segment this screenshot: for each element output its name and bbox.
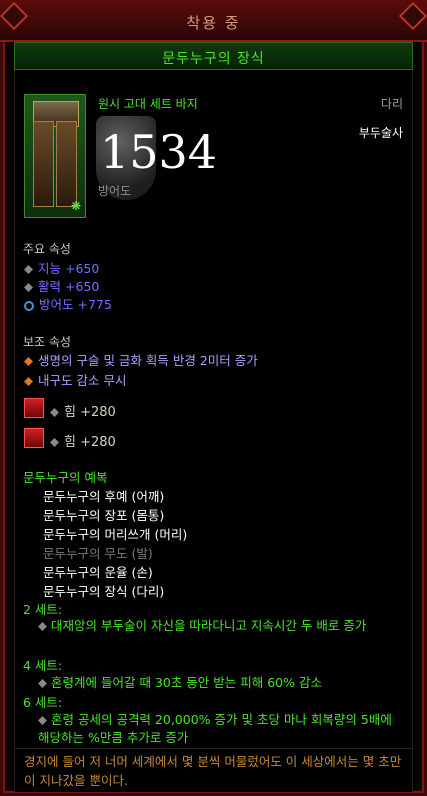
bullet-diamond-icon (38, 622, 47, 631)
bullet-orange-icon (24, 357, 33, 366)
set-bonus-label: 2 세트: (23, 602, 63, 617)
item-name: 문두누구의 장식 (162, 51, 265, 67)
armor-label: 방어도 (98, 184, 132, 198)
divider (14, 748, 413, 749)
set-piece: 문두누구의 운율 (손) (43, 565, 153, 580)
bullet-diamond-icon (38, 679, 47, 688)
primary-stat: 활력 +650 (24, 276, 99, 295)
pants-icon: ❋ (24, 94, 86, 218)
socket-stat: 힘 +280 (64, 435, 116, 450)
set-piece-missing: 문두누구의 무도 (발) (43, 546, 153, 561)
bullet-diamond-icon (24, 283, 33, 292)
socket-stat: 힘 +280 (64, 405, 116, 420)
item-type: 원시 고대 세트 바지 (98, 97, 198, 111)
secondary-stats-label: 보조 속성 (23, 335, 71, 349)
set-piece: 문두누구의 머리쓰개 (머리) (43, 527, 188, 542)
bullet-diamond-icon (50, 438, 59, 447)
flavor-text: 경지에 들어 저 너머 세계에서 몇 분씩 머물렀어도 이 세상에서는 몇 초만… (24, 754, 402, 788)
primal-sparkle-icon: ❋ (70, 199, 81, 213)
ruby-gem-icon (24, 428, 44, 448)
set-piece: 문두누구의 장포 (몸통) (43, 508, 165, 523)
tooltip-header: 착용 중 (0, 0, 427, 42)
set-bonus-label: 4 세트: (23, 658, 63, 673)
bullet-orange-icon (24, 377, 33, 386)
set-title: 문두누구의 예복 (23, 470, 108, 485)
set-piece: 문두누구의 장식 (다리) (43, 584, 165, 599)
primary-stats-label: 주요 속성 (23, 242, 71, 256)
primary-stat: 지능 +650 (24, 258, 99, 277)
set-bonus: 혼령 공세의 공격력 20,000% 증가 및 초당 마나 회복량의 5배에 해… (38, 712, 392, 745)
item-name-bar: 문두누구의 장식 (14, 42, 413, 70)
ruby-gem-icon (24, 398, 44, 418)
armor-value: 1534 (100, 125, 218, 179)
set-piece: 문두누구의 후예 (어깨) (43, 489, 165, 504)
bullet-diamond-icon (38, 716, 47, 725)
set-bonus: 대재앙의 부두술이 자신을 따라다니고 지속시간 두 배로 증가 (38, 617, 407, 635)
secondary-stat: 생명의 구슬 및 금화 획득 반경 2미터 증가 (24, 350, 258, 369)
equipped-label: 착용 중 (186, 14, 241, 32)
secondary-stat: 내구도 감소 무시 (24, 370, 126, 389)
set-bonus: 혼령계에 들어갈 때 30초 동안 받는 피해 60% 감소 (38, 674, 407, 692)
primary-stat: 방어도 +775 (24, 294, 112, 313)
item-slot: 다리 (380, 97, 403, 111)
bullet-diamond-icon (24, 265, 33, 274)
class-restriction: 부두술사 (358, 126, 403, 140)
set-bonus-label: 6 세트: (23, 695, 63, 710)
bullet-ring-icon (24, 300, 34, 311)
bullet-diamond-icon (50, 408, 59, 417)
